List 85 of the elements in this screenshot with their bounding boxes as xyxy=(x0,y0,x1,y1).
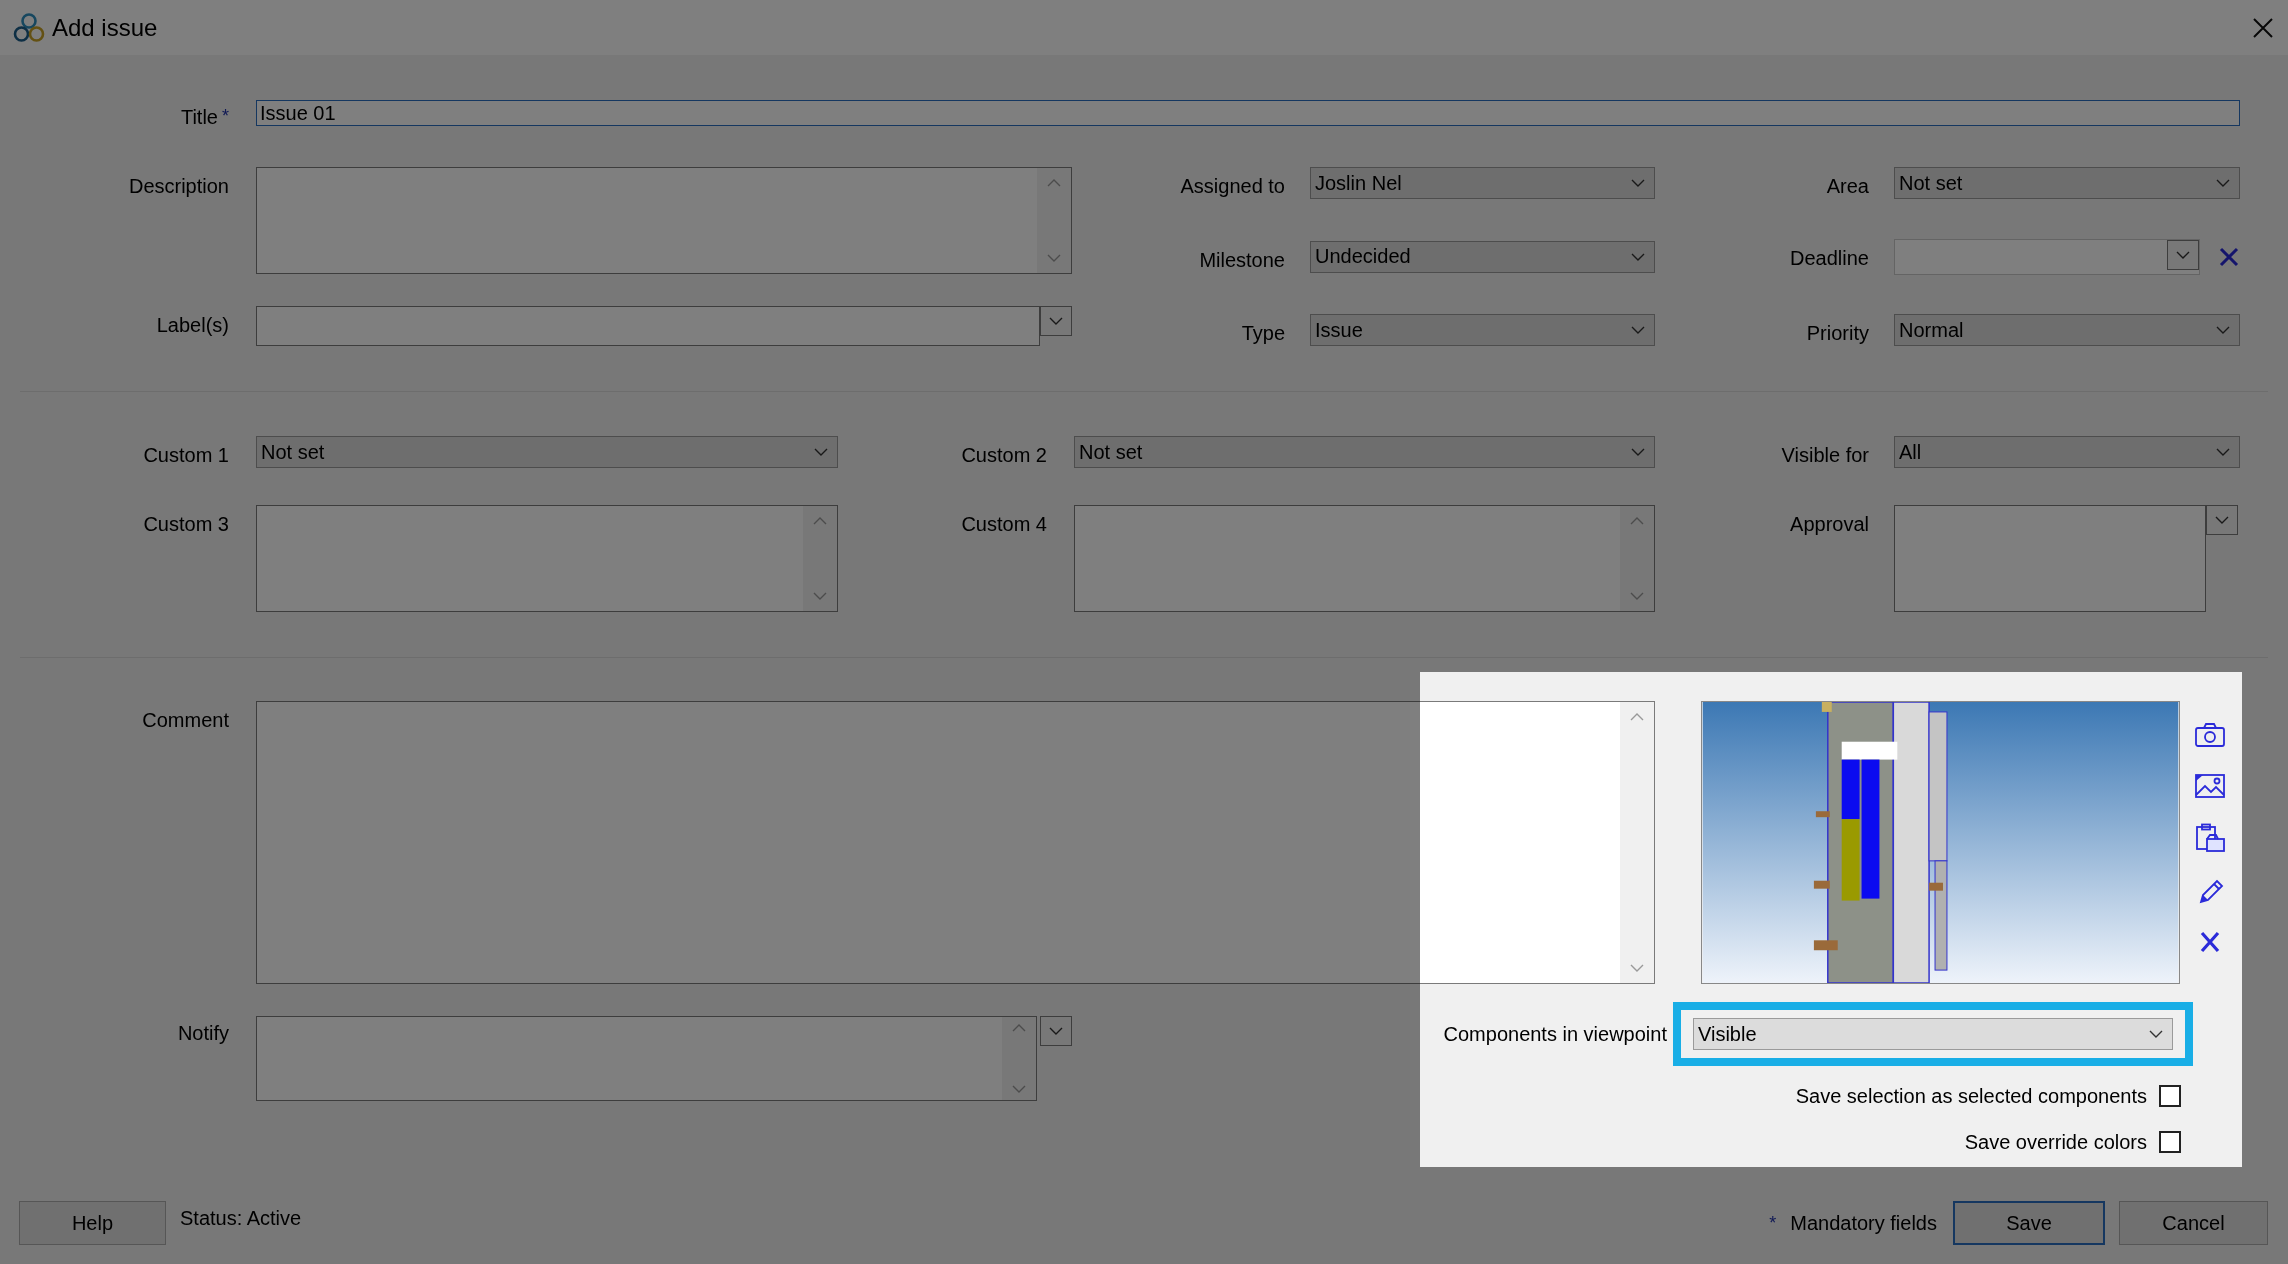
chevron-down-icon xyxy=(1048,316,1064,326)
chevron-down-icon xyxy=(2215,325,2231,335)
mandatory-note: Mandatory fields xyxy=(1790,1211,1937,1235)
field-label: Priority xyxy=(1806,322,1869,345)
scroll-down-icon[interactable] xyxy=(812,591,828,601)
chevron-down-icon xyxy=(1630,178,1646,188)
chevron-down-icon xyxy=(1048,1026,1064,1036)
save-button[interactable]: Save xyxy=(1953,1201,2105,1245)
dropdown[interactable]: Not set xyxy=(1894,167,2240,199)
scroll-down-icon[interactable] xyxy=(1629,591,1645,601)
field-label: Comment xyxy=(142,709,229,732)
field-label: Label(s) xyxy=(156,314,229,337)
field-label: Custom 3 xyxy=(143,513,229,536)
dropdown[interactable]: Visible xyxy=(1693,1018,2173,1050)
dropdown[interactable]: Not set xyxy=(1074,436,1655,468)
field-label: Description xyxy=(128,175,229,198)
chevron-down-icon xyxy=(813,447,829,457)
comment-field[interactable] xyxy=(256,701,1655,984)
field-label: Milestone xyxy=(1199,248,1285,272)
window-title: Add issue xyxy=(52,13,159,42)
field-label: Approval xyxy=(1790,513,1869,536)
chevron-down-icon xyxy=(2148,1029,2164,1039)
input-field[interactable] xyxy=(256,306,1040,346)
dropdown-button[interactable] xyxy=(1040,306,1072,336)
scrollbar[interactable] xyxy=(1620,702,1654,983)
field-label: Custom 4 xyxy=(961,513,1047,536)
chevron-down-icon xyxy=(1630,447,1646,457)
chevron-down-icon xyxy=(2214,515,2230,525)
clipboard-icon[interactable] xyxy=(2193,823,2227,853)
field-label: Custom 1 xyxy=(143,444,229,467)
notify-field[interactable] xyxy=(256,1016,1037,1101)
dropdown-button[interactable] xyxy=(2167,239,2199,270)
scroll-up-icon[interactable] xyxy=(1629,712,1645,722)
scroll-up-icon[interactable] xyxy=(1011,1023,1027,1033)
scrollbar[interactable] xyxy=(1620,506,1654,611)
help-button[interactable]: Help xyxy=(19,1201,166,1245)
dropdown[interactable]: All xyxy=(1894,436,2240,468)
field-label: Area xyxy=(1826,175,1869,198)
dropdown[interactable]: Normal xyxy=(1894,314,2240,346)
text-area[interactable] xyxy=(1074,505,1655,612)
checkbox-label: Save override colors xyxy=(1964,1130,2147,1154)
close-icon[interactable] xyxy=(2218,245,2240,268)
app-logo-icon xyxy=(12,10,46,45)
scroll-up-icon[interactable] xyxy=(1629,516,1645,526)
date-field[interactable] xyxy=(1894,238,2200,275)
required-mark: * xyxy=(1769,1212,1777,1234)
checkbox[interactable] xyxy=(2159,1131,2181,1153)
dropdown[interactable]: Not set xyxy=(256,436,838,468)
field-label: Assigned to xyxy=(1180,175,1285,198)
cancel-button[interactable]: Cancel xyxy=(2119,1201,2268,1245)
dropdown-button[interactable] xyxy=(1040,1016,1072,1046)
dropdown[interactable]: Issue xyxy=(1310,314,1655,346)
status-text: Status: Active xyxy=(180,1206,302,1230)
chevron-down-icon xyxy=(2175,249,2191,260)
checkbox[interactable] xyxy=(2159,1085,2181,1107)
title-input[interactable]: Issue 01 xyxy=(256,100,2240,126)
scrollbar[interactable] xyxy=(1037,168,1071,273)
field-label: Title xyxy=(180,106,218,129)
field-label: Visible for xyxy=(1781,444,1869,467)
text-area[interactable] xyxy=(256,505,838,612)
close-icon[interactable] xyxy=(2252,16,2274,39)
list-field[interactable] xyxy=(1894,505,2206,612)
scroll-up-icon[interactable] xyxy=(812,516,828,526)
image-icon[interactable] xyxy=(2193,771,2227,801)
chevron-down-icon xyxy=(1630,325,1646,335)
scroll-down-icon[interactable] xyxy=(1011,1084,1027,1094)
field-label: Deadline xyxy=(1790,246,1869,270)
field-label: Components in viewpoint xyxy=(1443,1022,1667,1046)
field-label: Type xyxy=(1241,322,1285,345)
scroll-down-icon[interactable] xyxy=(1046,253,1062,263)
dropdown[interactable]: Undecided xyxy=(1310,240,1655,273)
chevron-down-icon xyxy=(2215,178,2231,188)
field-label: Custom 2 xyxy=(961,444,1047,467)
scroll-up-icon[interactable] xyxy=(1046,178,1062,188)
scroll-down-icon[interactable] xyxy=(1629,963,1645,973)
dropdown-button[interactable] xyxy=(2206,505,2238,535)
chevron-down-icon xyxy=(1630,251,1646,262)
text-area[interactable] xyxy=(256,167,1072,274)
scrollbar[interactable] xyxy=(803,506,837,611)
chevron-down-icon xyxy=(2215,447,2231,457)
field-label: Notify xyxy=(177,1022,229,1045)
required-mark: * xyxy=(222,106,229,127)
dropdown[interactable]: Joslin Nel xyxy=(1310,167,1655,199)
checkbox-label: Save selection as selected components xyxy=(1795,1084,2147,1108)
scrollbar[interactable] xyxy=(1002,1017,1036,1100)
